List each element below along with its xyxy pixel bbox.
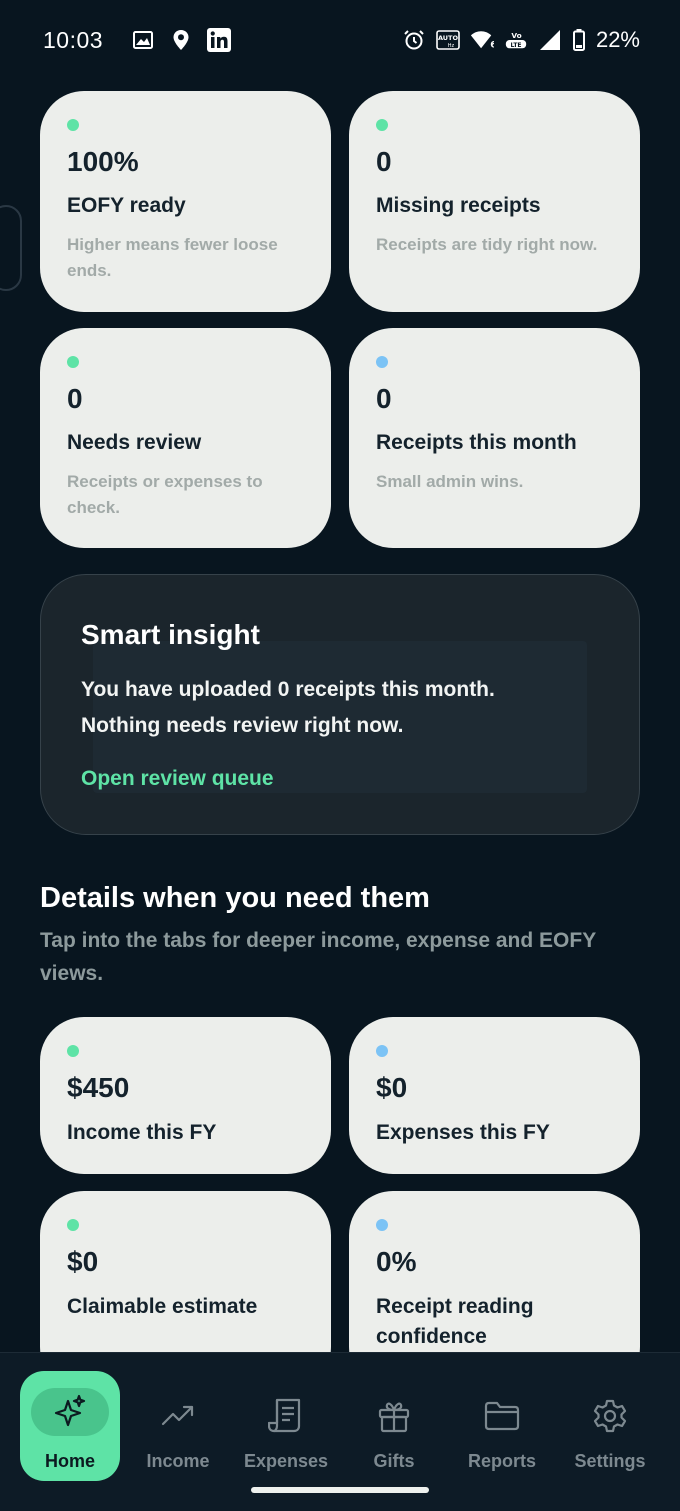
svg-text:Hz: Hz — [448, 43, 455, 49]
status-dot — [67, 1219, 79, 1231]
nav-label: Expenses — [243, 1451, 329, 1471]
svg-text:6: 6 — [490, 39, 494, 50]
stat-description: Receipts are tidy right now. — [376, 235, 598, 254]
signal-icon — [538, 28, 562, 52]
open-review-queue-link[interactable]: Open review queue — [81, 767, 274, 791]
detail-card-income[interactable]: $450 Income this FY — [40, 1017, 331, 1174]
insight-title: Smart insight — [81, 619, 260, 650]
detail-label: Income this FY — [67, 1121, 217, 1144]
status-left: 10:03 — [43, 26, 232, 54]
status-bar: 10:03 AUTOHz 6 Vo LTE 22% — [0, 0, 680, 80]
gift-icon — [374, 1396, 414, 1436]
auto-hz-icon: AUTO Hz — [436, 28, 460, 52]
stat-label: Missing receipts — [376, 194, 541, 217]
battery-percent: 22% — [595, 27, 640, 52]
stat-value: 100% — [67, 146, 139, 177]
smart-insight-card: Smart insight You have uploaded 0 receip… — [40, 574, 640, 835]
location-icon — [169, 28, 193, 52]
edge-panel-handle[interactable] — [0, 205, 22, 291]
detail-label: Receipt reading confidence — [376, 1295, 534, 1348]
nav-settings[interactable]: Settings — [560, 1371, 660, 1481]
nav-label: Settings — [574, 1451, 646, 1471]
detail-label: Claimable estimate — [67, 1295, 258, 1318]
status-dot — [67, 1045, 79, 1057]
sparkles-icon — [31, 1388, 109, 1436]
linkedin-icon — [207, 28, 232, 52]
gear-icon — [590, 1396, 630, 1436]
wifi-6-icon: 6 — [470, 28, 494, 52]
nav-label: Reports — [467, 1451, 536, 1471]
status-dot — [67, 119, 79, 131]
svg-text:Vo: Vo — [511, 31, 521, 40]
detail-card-expenses[interactable]: $0 Expenses this FY — [349, 1017, 640, 1174]
stat-card-receipts-this-month[interactable]: 0 Receipts this month Small admin wins. — [349, 328, 640, 548]
alarm-icon — [402, 28, 426, 52]
status-dot — [376, 356, 388, 368]
status-right: AUTOHz 6 Vo LTE 22% — [402, 27, 640, 53]
stat-card-eofy-ready[interactable]: 100% EOFY ready Higher means fewer loose… — [40, 91, 331, 312]
nav-gifts[interactable]: Gifts — [344, 1371, 444, 1481]
volte-icon: Vo LTE — [504, 28, 528, 52]
nav-label: Home — [44, 1451, 95, 1471]
detail-value: $0 — [67, 1246, 99, 1277]
svg-text:LTE: LTE — [510, 42, 521, 49]
status-dot — [67, 356, 79, 368]
stat-label: Receipts this month — [376, 431, 577, 454]
status-dot — [376, 119, 388, 131]
nav-label: Income — [146, 1451, 210, 1471]
section-title: Details when you need them — [40, 882, 430, 914]
detail-value: 0% — [376, 1246, 417, 1277]
insight-text-review: Nothing needs review right now. — [81, 714, 404, 737]
stat-card-missing-receipts[interactable]: 0 Missing receipts Receipts are tidy rig… — [349, 91, 640, 312]
nav-income[interactable]: Income — [128, 1371, 228, 1481]
detail-label: Expenses this FY — [376, 1121, 550, 1144]
nav-label: Gifts — [373, 1451, 415, 1471]
stat-card-needs-review[interactable]: 0 Needs review Receipts or expenses to c… — [40, 328, 331, 548]
stat-description: Small admin wins. — [376, 472, 524, 491]
stat-value: 0 — [376, 146, 392, 177]
detail-value: $0 — [376, 1072, 408, 1103]
trending-up-icon — [158, 1396, 198, 1436]
battery-icon — [572, 28, 586, 52]
insight-text-receipts: You have uploaded 0 receipts this month. — [81, 678, 495, 701]
stat-value: 0 — [67, 383, 83, 414]
nav-reports[interactable]: Reports — [452, 1371, 552, 1481]
nav-expenses[interactable]: Expenses — [236, 1371, 336, 1481]
status-dot — [376, 1045, 388, 1057]
stat-label: Needs review — [67, 431, 202, 454]
status-time: 10:03 — [43, 26, 104, 53]
section-subtitle: Tap into the tabs for deeper income, exp… — [40, 929, 596, 985]
detail-value: $450 — [67, 1072, 130, 1103]
status-dot — [376, 1219, 388, 1231]
stat-label: EOFY ready — [67, 194, 186, 217]
nav-home[interactable]: Home — [20, 1371, 120, 1481]
stat-description: Higher means fewer loose ends. — [67, 235, 278, 280]
stat-description: Receipts or expenses to check. — [67, 472, 263, 517]
image-icon — [131, 28, 155, 52]
svg-text:AUTO: AUTO — [438, 34, 459, 42]
stat-value: 0 — [376, 383, 392, 414]
receipt-icon — [266, 1396, 306, 1436]
home-indicator[interactable] — [251, 1487, 429, 1493]
folder-icon — [482, 1396, 522, 1436]
